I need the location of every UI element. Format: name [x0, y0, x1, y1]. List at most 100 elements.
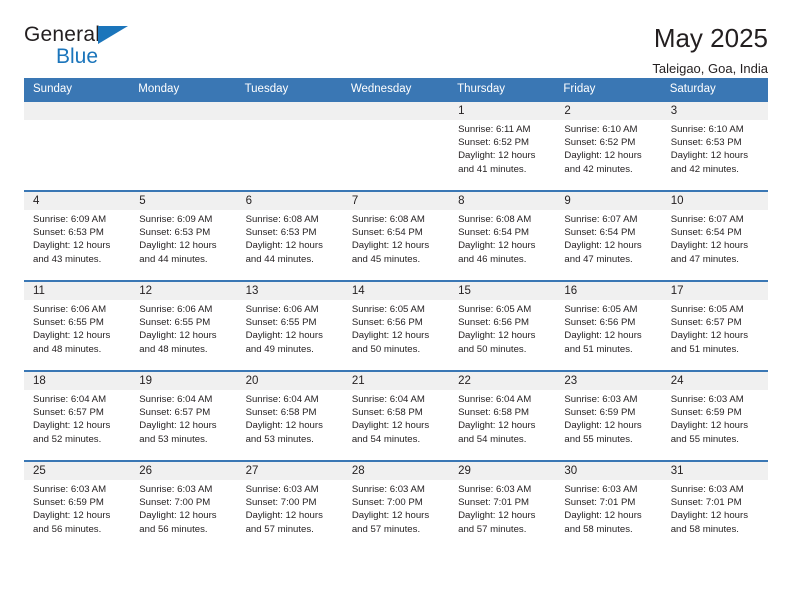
- daylight-duration-line1: Daylight: 12 hours: [33, 510, 111, 522]
- calendar-day-cell[interactable]: 5 Sunrise: 6:09 AM Sunset: 6:53 PM Daylight…: [130, 190, 237, 281]
- day-details: Sunrise: 6:03 AM Sunset: 6:59 PM Daylight:…: [555, 390, 661, 446]
- daylight-duration-line2: and 55 minutes.: [670, 433, 739, 445]
- sunset-time: Sunset: 7:01 PM: [564, 497, 636, 509]
- sunrise-time: Sunrise: 6:04 AM: [458, 394, 532, 405]
- sunrise-time: Sunrise: 6:04 AM: [139, 394, 213, 405]
- calendar-day-cell[interactable]: 29 Sunrise: 6:03 AM Sunset: 7:01 PM Dayligh…: [449, 460, 556, 551]
- daylight-duration-line2: and 42 minutes.: [670, 163, 739, 175]
- daylight-duration-line1: Daylight: 12 hours: [33, 330, 111, 342]
- sunset-time: Sunset: 6:54 PM: [458, 227, 530, 239]
- calendar-cell-empty: [130, 100, 237, 191]
- sunrise-time: Sunrise: 6:06 AM: [33, 304, 107, 315]
- daylight-duration-line1: Daylight: 12 hours: [351, 240, 430, 252]
- sunset-time: Sunset: 7:00 PM: [245, 497, 317, 509]
- day-number: 21: [342, 372, 450, 390]
- calendar-day-cell[interactable]: 19 Sunrise: 6:04 AM Sunset: 6:57 PM Dayligh…: [130, 370, 237, 461]
- calendar-day-cell[interactable]: 6 Sunrise: 6:08 AM Sunset: 6:53 PM Daylight…: [236, 190, 343, 281]
- calendar-day-cell[interactable]: 11 Sunrise: 6:06 AM Sunset: 6:55 PM Dayligh…: [24, 280, 131, 371]
- day-number: 10: [661, 192, 768, 210]
- calendar-day-cell[interactable]: 16 Sunrise: 6:05 AM Sunset: 6:56 PM Dayligh…: [555, 280, 662, 371]
- day-number: 5: [130, 192, 237, 210]
- sunset-time: Sunset: 6:54 PM: [564, 227, 636, 239]
- sunset-time: Sunset: 6:59 PM: [33, 497, 104, 509]
- calendar-day-cell[interactable]: 23 Sunrise: 6:03 AM Sunset: 6:59 PM Dayligh…: [555, 370, 662, 461]
- sunset-time: Sunset: 6:54 PM: [351, 227, 423, 239]
- daylight-duration-line1: Daylight: 12 hours: [245, 510, 323, 522]
- day-details: Sunrise: 6:08 AM Sunset: 6:54 PM Daylight:…: [449, 210, 555, 266]
- calendar-day-cell[interactable]: 27 Sunrise: 6:03 AM Sunset: 7:00 PM Dayligh…: [236, 460, 343, 551]
- weekday-header-sunday: Sunday: [24, 78, 131, 101]
- calendar-day-cell[interactable]: 9 Sunrise: 6:07 AM Sunset: 6:54 PM Daylight…: [555, 190, 662, 281]
- sunset-time: Sunset: 6:54 PM: [670, 227, 742, 239]
- daylight-duration-line2: and 55 minutes.: [564, 433, 633, 445]
- sunrise-time: Sunrise: 6:09 AM: [139, 214, 213, 225]
- calendar-day-cell[interactable]: 28 Sunrise: 6:03 AM Sunset: 7:00 PM Dayligh…: [342, 460, 450, 551]
- daylight-duration-line2: and 48 minutes.: [33, 343, 102, 355]
- calendar-day-cell[interactable]: 3 Sunrise: 6:10 AM Sunset: 6:53 PM Daylight…: [661, 100, 768, 191]
- daylight-duration-line1: Daylight: 12 hours: [564, 330, 642, 342]
- calendar-day-cell[interactable]: 4 Sunrise: 6:09 AM Sunset: 6:53 PM Daylight…: [24, 190, 131, 281]
- brand-logo[interactable]: General Blue: [24, 24, 154, 76]
- day-number: 11: [24, 282, 131, 300]
- calendar-day-cell[interactable]: 2 Sunrise: 6:10 AM Sunset: 6:52 PM Daylight…: [555, 100, 662, 191]
- calendar-day-cell[interactable]: 7 Sunrise: 6:08 AM Sunset: 6:54 PM Daylight…: [342, 190, 450, 281]
- calendar-day-cell[interactable]: 1 Sunrise: 6:11 AM Sunset: 6:52 PM Daylight…: [449, 100, 556, 191]
- calendar-day-cell[interactable]: 13 Sunrise: 6:06 AM Sunset: 6:55 PM Dayligh…: [236, 280, 343, 371]
- calendar-day-cell[interactable]: 31 Sunrise: 6:03 AM Sunset: 7:01 PM Dayligh…: [661, 460, 768, 551]
- day-number: 8: [449, 192, 556, 210]
- calendar-day-cell[interactable]: 21 Sunrise: 6:04 AM Sunset: 6:58 PM Dayligh…: [342, 370, 450, 461]
- day-details: Sunrise: 6:03 AM Sunset: 7:00 PM Daylight:…: [130, 480, 236, 536]
- sunset-time: Sunset: 6:53 PM: [139, 227, 211, 239]
- sunset-time: Sunset: 6:53 PM: [33, 227, 104, 239]
- sunrise-time: Sunrise: 6:07 AM: [564, 214, 638, 225]
- daylight-duration-line1: Daylight: 12 hours: [458, 330, 536, 342]
- day-number: 28: [342, 462, 450, 480]
- calendar-day-cell[interactable]: 26 Sunrise: 6:03 AM Sunset: 7:00 PM Dayligh…: [130, 460, 237, 551]
- daylight-duration-line2: and 54 minutes.: [351, 433, 421, 445]
- day-number: 25: [24, 462, 131, 480]
- calendar-cell-empty: [342, 100, 450, 191]
- brand-name-top: General: [24, 23, 101, 46]
- calendar-day-cell[interactable]: 20 Sunrise: 6:04 AM Sunset: 6:58 PM Dayligh…: [236, 370, 343, 461]
- calendar-day-cell[interactable]: 8 Sunrise: 6:08 AM Sunset: 6:54 PM Daylight…: [449, 190, 556, 281]
- day-number: 6: [236, 192, 343, 210]
- daylight-duration-line2: and 57 minutes.: [458, 523, 527, 535]
- sunrise-time: Sunrise: 6:09 AM: [33, 214, 107, 225]
- daylight-duration-line1: Daylight: 12 hours: [139, 330, 217, 342]
- sunset-time: Sunset: 6:59 PM: [564, 407, 636, 419]
- day-number: 18: [24, 372, 131, 390]
- daylight-duration-line2: and 45 minutes.: [351, 253, 421, 265]
- calendar-day-cell[interactable]: 15 Sunrise: 6:05 AM Sunset: 6:56 PM Dayligh…: [449, 280, 556, 371]
- day-details: Sunrise: 6:06 AM Sunset: 6:55 PM Daylight:…: [130, 300, 236, 356]
- calendar-day-cell[interactable]: 25 Sunrise: 6:03 AM Sunset: 6:59 PM Dayligh…: [24, 460, 131, 551]
- sunset-time: Sunset: 6:57 PM: [670, 317, 742, 329]
- day-number: 13: [236, 282, 343, 300]
- sunrise-time: Sunrise: 6:03 AM: [458, 484, 532, 495]
- day-details: Sunrise: 6:03 AM Sunset: 7:01 PM Daylight:…: [555, 480, 661, 536]
- daylight-duration-line1: Daylight: 12 hours: [245, 420, 323, 432]
- calendar-day-cell[interactable]: 17 Sunrise: 6:05 AM Sunset: 6:57 PM Dayligh…: [661, 280, 768, 371]
- calendar-day-cell[interactable]: 14 Sunrise: 6:05 AM Sunset: 6:56 PM Dayligh…: [342, 280, 450, 371]
- day-number: 3: [661, 102, 768, 120]
- calendar-day-cell[interactable]: 24 Sunrise: 6:03 AM Sunset: 6:59 PM Dayligh…: [661, 370, 768, 461]
- weekday-header-monday: Monday: [130, 78, 237, 101]
- daylight-duration-line2: and 51 minutes.: [670, 343, 739, 355]
- calendar-body: 1 Sunrise: 6:11 AM Sunset: 6:52 PM Daylight…: [24, 100, 768, 551]
- sunset-time: Sunset: 7:00 PM: [139, 497, 211, 509]
- daylight-duration-line1: Daylight: 12 hours: [245, 240, 323, 252]
- calendar-day-cell[interactable]: 22 Sunrise: 6:04 AM Sunset: 6:58 PM Dayligh…: [449, 370, 556, 461]
- day-details: Sunrise: 6:04 AM Sunset: 6:58 PM Daylight:…: [449, 390, 555, 446]
- day-details: Sunrise: 6:05 AM Sunset: 6:57 PM Daylight:…: [662, 300, 768, 356]
- day-number: 19: [130, 372, 237, 390]
- sunset-time: Sunset: 7:01 PM: [458, 497, 530, 509]
- daylight-duration-line2: and 58 minutes.: [670, 523, 739, 535]
- daylight-duration-line2: and 53 minutes.: [245, 433, 314, 445]
- day-number: 26: [130, 462, 237, 480]
- calendar-day-cell[interactable]: 18 Sunrise: 6:04 AM Sunset: 6:57 PM Dayligh…: [24, 370, 131, 461]
- calendar-day-cell[interactable]: 10 Sunrise: 6:07 AM Sunset: 6:54 PM Dayligh…: [661, 190, 768, 281]
- calendar-day-cell[interactable]: 12 Sunrise: 6:06 AM Sunset: 6:55 PM Dayligh…: [130, 280, 237, 371]
- day-number: 27: [236, 462, 343, 480]
- daylight-duration-line1: Daylight: 12 hours: [458, 510, 536, 522]
- calendar-day-cell[interactable]: 30 Sunrise: 6:03 AM Sunset: 7:01 PM Dayligh…: [555, 460, 662, 551]
- sunset-time: Sunset: 6:59 PM: [670, 407, 742, 419]
